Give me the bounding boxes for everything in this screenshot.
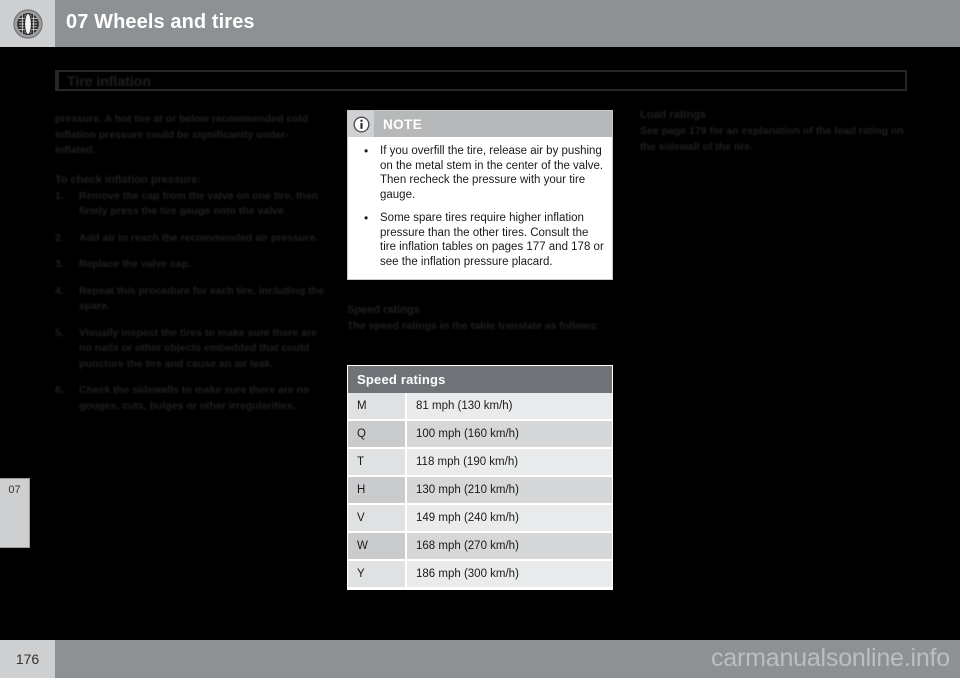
note-bullet-text: If you overfill the tire, release air by… <box>380 145 604 201</box>
intro-paragraph: pressure. A hot tire at or below recomme… <box>55 113 309 156</box>
bullet-glyph: • <box>364 211 369 225</box>
list-item: 1. Remove the cap from the valve on one … <box>55 189 325 220</box>
step-text: Remove the cap from the valve on one tir… <box>79 189 319 218</box>
right-column: Load ratings See page 179 for an explana… <box>640 108 910 155</box>
section-heading-rule: Tire inflation <box>55 70 907 91</box>
rating-code: H <box>348 476 407 505</box>
step-text: Check the sidewalls to make sure there a… <box>79 384 310 412</box>
step-text: Repeat this procedure for each tire, inc… <box>79 284 325 313</box>
page-number: 176 <box>15 651 40 667</box>
note-label: NOTE <box>383 116 423 132</box>
rating-code: Q <box>348 420 407 449</box>
rating-speed: 168 mph (270 km/h) <box>406 532 612 561</box>
note-bullet-text: Some spare tires require higher inflatio… <box>380 212 604 268</box>
list-item: 3. Replace the valve cap. <box>55 257 325 273</box>
list-item: • If you overfill the tire, release air … <box>356 144 604 202</box>
page-footer: 176 carmanualsonline.info <box>0 640 960 678</box>
header-bar: 07 Wheels and tires <box>55 0 960 47</box>
list-item: 2. Add air to reach the recommended air … <box>55 231 325 247</box>
table-row: W 168 mph (270 km/h) <box>348 532 612 561</box>
step-number: 3. <box>55 258 64 270</box>
watermark: carmanualsonline.info <box>710 644 950 672</box>
rating-speed: 149 mph (240 km/h) <box>406 504 612 533</box>
load-ratings-body: See page 179 for an explanation of the l… <box>640 125 904 153</box>
rating-speed: 100 mph (160 km/h) <box>406 420 612 449</box>
step-text: Visually inspect the tires to make sure … <box>79 326 317 370</box>
note-bullet-list: • If you overfill the tire, release air … <box>356 144 604 269</box>
table-row: T 118 mph (190 km/h) <box>348 448 612 477</box>
note-header: NOTE <box>348 111 612 137</box>
speed-ratings-intro: The speed ratings in the table translate… <box>347 320 600 332</box>
note-body: • If you overfill the tire, release air … <box>348 137 612 279</box>
rating-code: V <box>348 504 407 533</box>
note-box: NOTE • If you overfill the tire, release… <box>347 110 613 280</box>
step-number: 1. <box>55 189 64 202</box>
table-row: Y 186 mph (300 km/h) <box>348 560 612 589</box>
rating-speed: 186 mph (300 km/h) <box>406 560 612 589</box>
info-icon <box>353 116 369 132</box>
step-number: 6. <box>55 384 64 396</box>
manual-page: 07 Wheels and tires Tire inflation press… <box>0 0 960 678</box>
chapter-side-tab: 07 <box>0 478 30 548</box>
page-header: 07 Wheels and tires <box>0 0 960 47</box>
note-icon-wrap <box>348 111 374 137</box>
table-row: H 130 mph (210 km/h) <box>348 476 612 505</box>
rating-code: Y <box>348 560 407 589</box>
left-column: pressure. A hot tire at or below recomme… <box>55 112 325 425</box>
list-item: 6. Check the sidewalls to make sure ther… <box>55 383 325 414</box>
chapter-side-tab-label: 07 <box>8 484 21 496</box>
rating-code: M <box>348 393 407 421</box>
list-item: 4. Repeat this procedure for each tire, … <box>55 284 325 315</box>
tire-icon <box>12 8 43 39</box>
table-row: Q 100 mph (160 km/h) <box>348 420 612 449</box>
section-heading: Tire inflation <box>67 73 151 89</box>
table-row: M 81 mph (130 km/h) <box>348 393 612 421</box>
speed-ratings-section: Speed ratings The speed ratings in the t… <box>347 303 617 335</box>
rating-speed: 81 mph (130 km/h) <box>406 393 612 421</box>
table-header-row: Speed ratings <box>348 366 612 393</box>
table-row: V 149 mph (240 km/h) <box>348 504 612 533</box>
step-text: Replace the valve cap. <box>79 258 192 270</box>
bullet-glyph: • <box>364 144 369 158</box>
step-number: 2. <box>55 231 64 244</box>
load-ratings-heading: Load ratings <box>640 109 707 121</box>
steps-heading: To check inflation pressure: <box>55 173 201 186</box>
table-header-cell: Speed ratings <box>348 366 612 393</box>
rating-speed: 118 mph (190 km/h) <box>406 448 612 477</box>
chapter-icon-block <box>0 0 55 47</box>
speed-ratings-heading: Speed ratings <box>347 304 420 316</box>
list-item: • Some spare tires require higher inflat… <box>356 211 604 269</box>
speed-ratings-table: Speed ratings M 81 mph (130 km/h) Q 100 … <box>348 366 612 589</box>
rating-speed: 130 mph (210 km/h) <box>406 476 612 505</box>
step-number: 5. <box>55 326 64 339</box>
footer-bar: carmanualsonline.info <box>55 640 960 678</box>
list-item: 5. Visually inspect the tires to make su… <box>55 326 325 373</box>
speed-ratings-table-wrapper: Speed ratings M 81 mph (130 km/h) Q 100 … <box>347 365 613 590</box>
step-number: 4. <box>55 284 64 297</box>
rating-code: T <box>348 448 407 477</box>
step-text: Add air to reach the recommended air pre… <box>79 231 319 244</box>
rating-code: W <box>348 532 407 561</box>
page-title: 07 Wheels and tires <box>66 11 255 33</box>
inflation-steps-list: 1. Remove the cap from the valve on one … <box>55 189 325 415</box>
page-number-box: 176 <box>0 640 55 678</box>
